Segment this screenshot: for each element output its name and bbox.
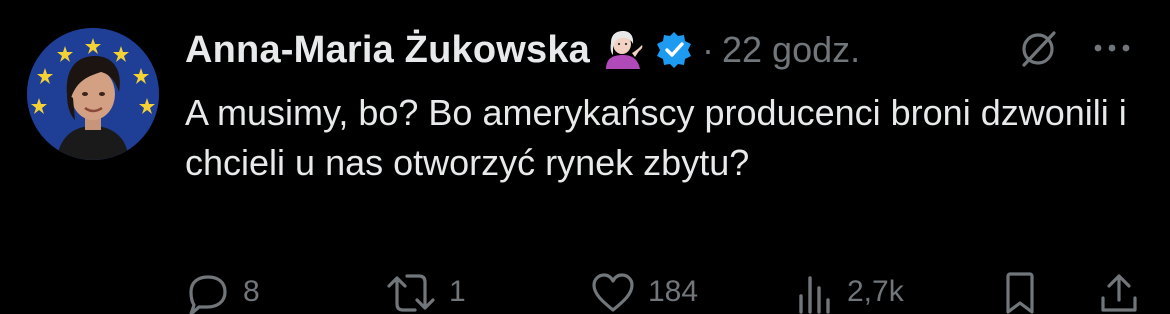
tweet[interactable]: Anna-Maria Żukowska · 22 godz. A musimy,…: [0, 0, 1170, 314]
bookmark-icon: [1006, 272, 1034, 314]
author-display-name[interactable]: Anna-Maria Żukowska: [185, 29, 590, 72]
tweet-text: A musimy, bo? Bo amerykańscy producenci …: [185, 92, 1127, 183]
share-button[interactable]: [1097, 270, 1141, 314]
avatar[interactable]: [27, 28, 159, 160]
views-count: 2,7k: [847, 275, 904, 308]
heart-icon: [592, 273, 634, 312]
reply-count: 8: [243, 275, 260, 308]
like-count: 184: [648, 275, 699, 308]
woman-tipping-hand-emoji-icon: [602, 29, 644, 71]
retweet-button[interactable]: 1: [385, 270, 466, 314]
views-button[interactable]: 2,7k: [795, 270, 904, 314]
reply-button[interactable]: 8: [185, 270, 260, 314]
views-icon: [799, 276, 830, 314]
more-options-icon[interactable]: [1090, 34, 1134, 62]
grok-icon[interactable]: [1018, 29, 1058, 69]
reply-icon: [189, 275, 227, 314]
retweet-count: 1: [449, 275, 466, 308]
timestamp[interactable]: 22 godz.: [722, 29, 860, 71]
bookmark-button[interactable]: [1000, 270, 1040, 314]
tweet-actions: 8 1 184 2,7k: [185, 270, 1145, 314]
retweet-icon: [387, 274, 435, 312]
share-icon: [1101, 274, 1137, 312]
profile-photo: [27, 28, 159, 160]
tweet-header: Anna-Maria Żukowska · 22 godz.: [185, 22, 860, 78]
like-button[interactable]: 184: [590, 270, 698, 314]
verified-badge-icon[interactable]: [654, 30, 694, 70]
header-separator: ·: [702, 29, 715, 70]
